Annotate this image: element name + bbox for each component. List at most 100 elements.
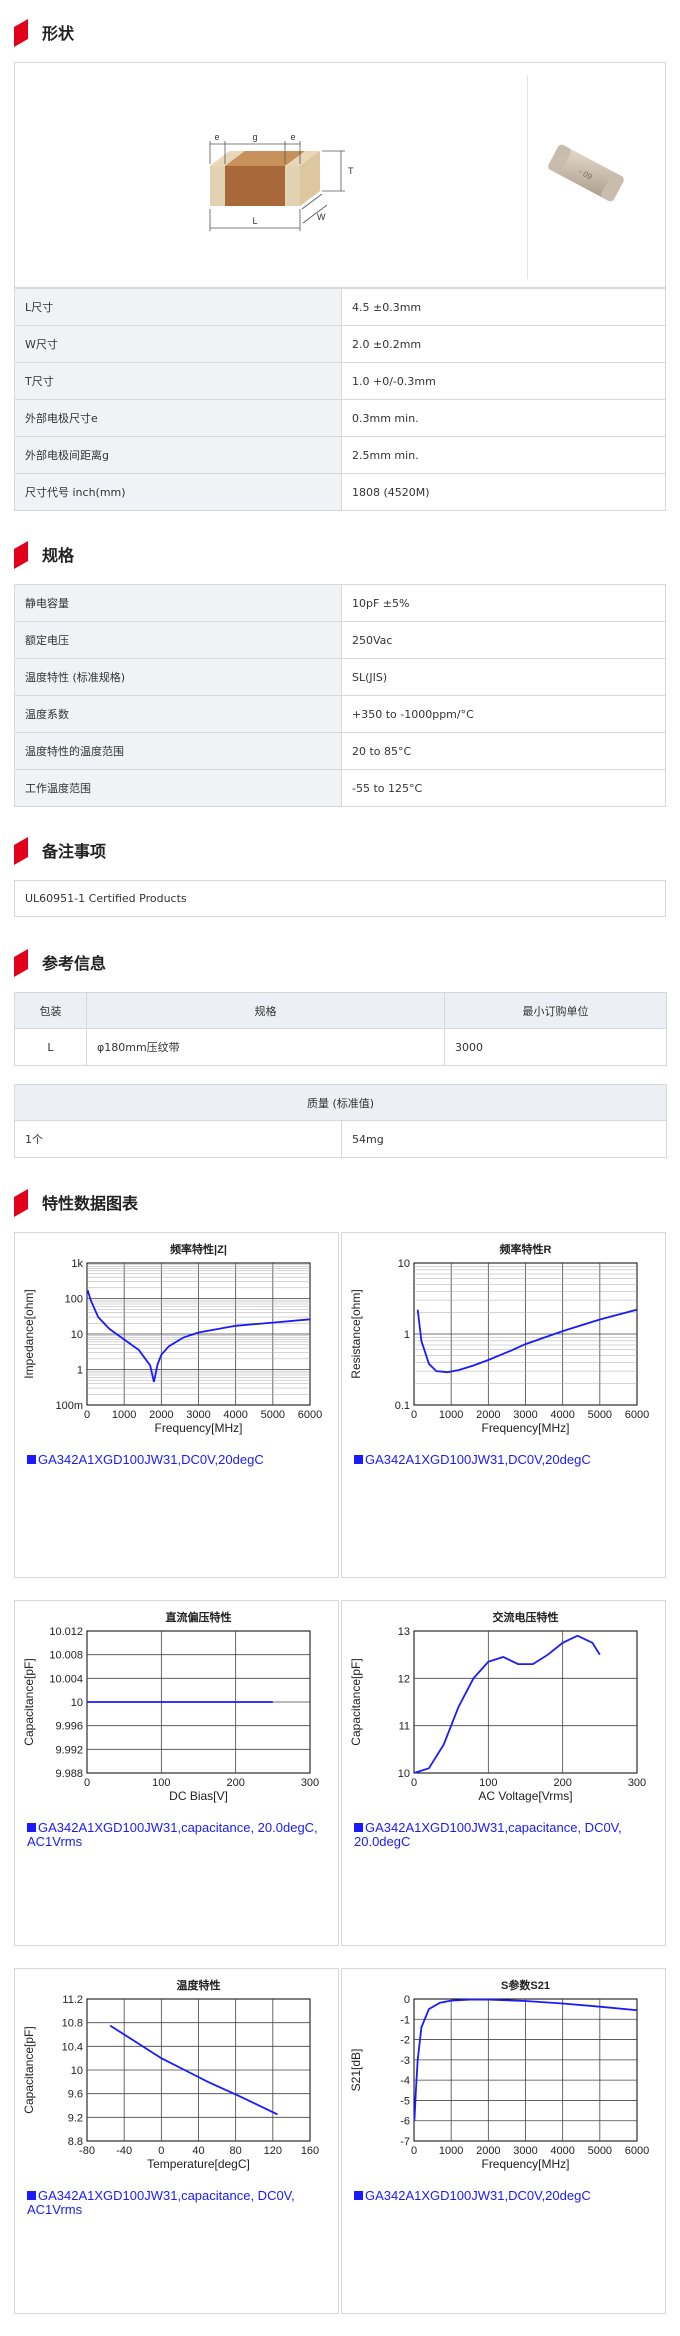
chart-title: 频率特性|Z| xyxy=(170,1242,227,1256)
chart-legend: GA342A1XGD100JW31,DC0V,20degC xyxy=(354,2189,654,2203)
section-title: 参考信息 xyxy=(42,954,107,973)
table-row: 温度特性的温度范围 20 to 85°C xyxy=(14,732,666,770)
legend-swatch xyxy=(354,2191,363,2200)
table-row: 温度特性 (标准规格) SL(JIS) xyxy=(14,658,666,696)
x-tick-label: 5000 xyxy=(588,1409,612,1421)
shape-value: 4.5 ±0.3mm xyxy=(341,288,666,326)
product-image-panel: e g e T L W ◦ 09 xyxy=(14,62,666,288)
y-tick-label: -6 xyxy=(400,2116,410,2128)
x-tick-label: 5000 xyxy=(261,1409,285,1421)
y-tick-label: 10 xyxy=(398,1768,410,1780)
section-header-spec: 规格 xyxy=(14,540,74,568)
x-tick-label: 3000 xyxy=(513,2145,537,2157)
x-tick-label: 100 xyxy=(152,1777,170,1789)
y-tick-label: 0 xyxy=(404,1994,410,2006)
mass-table: 质量 (标准值) 1个 54mg xyxy=(14,1084,667,1158)
legend-swatch xyxy=(27,1823,36,1832)
section-title: 特性数据图表 xyxy=(42,1194,139,1213)
shape-value: 0.3mm min. xyxy=(341,399,666,437)
chart-svg: S参数S21 0 1000 2000 3000 4000 5000 6000 0 -1 -2 -3 -4… xyxy=(349,1978,649,2171)
spec-key: 温度特性 (标准规格) xyxy=(14,658,342,696)
product-photo: ◦ 09 xyxy=(547,144,624,202)
x-tick-label: 5000 xyxy=(588,2145,612,2157)
spec-key: 工作温度范围 xyxy=(14,769,342,807)
x-tick-label: 1000 xyxy=(112,1409,136,1421)
y-tick-label: 10.4 xyxy=(62,2041,83,2053)
chart-svg: 温度特性-80 -40 0 40 80 120 16011.210.810.4109.69.… xyxy=(22,1978,319,2171)
chart-legend: GA342A1XGD100JW31,DC0V,20degC xyxy=(354,1453,654,1467)
x-tick-label: 0 xyxy=(411,1409,417,1421)
spec-value: 250Vac xyxy=(341,621,666,659)
chart-legend: GA342A1XGD100JW31,capacitance, DC0V, AC1… xyxy=(27,2189,327,2217)
shape-key: 外部电极间距离g xyxy=(14,436,342,474)
chart-title: 频率特性R xyxy=(500,1242,552,1256)
x-axis-label: AC Voltage[Vrms] xyxy=(478,1789,572,1803)
table-row: 工作温度范围 -55 to 125°C xyxy=(14,769,666,807)
legend-swatch xyxy=(27,2191,36,2200)
table-row: 静电容量 10pF ±5% xyxy=(14,584,666,622)
x-tick-label: 200 xyxy=(553,1777,571,1789)
chart-svg: 频率特性R 0 1000 2000 3000 4000 5000 6000 10 1 0.1 Freq… xyxy=(349,1242,649,1435)
x-tick-label: 6000 xyxy=(625,2145,649,2157)
chart-card: 直流偏压特性 0 100 200 300 10.012 10.008 10.004 10 9.99… xyxy=(14,1600,339,1946)
dimension-label-e: e xyxy=(214,132,219,142)
chart-card: 频率特性R 0 1000 2000 3000 4000 5000 6000 10 1 0.1 Freq… xyxy=(341,1232,666,1578)
shape-value: 2.0 ±0.2mm xyxy=(341,325,666,363)
legend-text: GA342A1XGD100JW31,DC0V,20degC xyxy=(365,2188,591,2203)
y-tick-label: 1k xyxy=(71,1258,83,1270)
y-axis-label: Capacitance[pF] xyxy=(22,1658,36,1745)
table-row: 外部电极间距离g 2.5mm min. xyxy=(14,436,666,474)
y-tick-label: 9.988 xyxy=(55,1768,83,1780)
section-marker xyxy=(14,541,28,567)
table-row: 尺寸代号 inch(mm) 1808 (4520M) xyxy=(14,473,666,511)
spec-value: 10pF ±5% xyxy=(341,584,666,622)
y-tick-label: 12 xyxy=(398,1673,410,1685)
section-marker xyxy=(14,19,28,45)
dimension-label-e2: e xyxy=(290,132,295,142)
spec-key: 额定电压 xyxy=(14,621,342,659)
spec-value: SL(JIS) xyxy=(341,658,666,696)
spec-value: 20 to 85°C xyxy=(341,732,666,770)
x-tick-label: 4000 xyxy=(223,1409,247,1421)
x-tick-label: 300 xyxy=(628,1777,646,1789)
legend-swatch xyxy=(354,1823,363,1832)
x-tick-label: -40 xyxy=(116,2145,132,2157)
x-tick-label: 6000 xyxy=(625,1409,649,1421)
mass-unit: 1个 xyxy=(14,1120,342,1158)
chart-card: 温度特性 -80 -40 0 40 80 120 160 11.2 10.8 10.4 10 9.6 9.… xyxy=(14,1968,339,2314)
packaging-table: 包装 规格 最小订购单位 L φ180mm压纹带 3000 xyxy=(14,992,667,1066)
y-tick-label: 10.8 xyxy=(62,2018,83,2030)
table-row: T尺寸 1.0 +0/-0.3mm xyxy=(14,362,666,400)
x-tick-label: 40 xyxy=(192,2145,204,2157)
x-tick-label: 80 xyxy=(230,2145,242,2157)
dimension-label-l: L xyxy=(252,216,257,226)
spec-key: 温度系数 xyxy=(14,695,342,733)
table-row: 1个 54mg xyxy=(14,1120,667,1158)
y-axis-label: Capacitance[pF] xyxy=(22,2026,36,2113)
section-title: 形状 xyxy=(42,24,75,43)
chart-svg: 频率特性|Z| 0 1000 2000 3000 4000 5000 6000 1k 100 10 1… xyxy=(22,1242,322,1435)
x-tick-label: 0 xyxy=(411,1777,417,1789)
y-tick-label: -1 xyxy=(400,2014,410,2026)
x-axis-label: Frequency[MHz] xyxy=(154,1421,242,1435)
table-row: L φ180mm压纹带 3000 xyxy=(14,1028,667,1066)
y-tick-label: -2 xyxy=(400,2035,410,2047)
y-tick-label: 11.2 xyxy=(62,1994,83,2006)
chart-title: S参数S21 xyxy=(501,1978,550,1992)
x-tick-label: 160 xyxy=(301,2145,319,2157)
y-axis-label: Resistance[ohm] xyxy=(349,1289,363,1378)
x-tick-label: 1000 xyxy=(439,1409,463,1421)
x-tick-label: 6000 xyxy=(298,1409,322,1421)
y-tick-label: 13 xyxy=(398,1626,410,1638)
spec-value: -55 to 125°C xyxy=(341,769,666,807)
section-marker xyxy=(14,949,28,975)
y-tick-label: -4 xyxy=(400,2075,410,2087)
x-tick-label: 3000 xyxy=(186,1409,210,1421)
legend-swatch xyxy=(354,1455,363,1464)
chart-legend: GA342A1XGD100JW31,DC0V,20degC xyxy=(27,1453,327,1467)
column-header: 规格 xyxy=(86,992,445,1029)
chart-card: 频率特性|Z| 0 1000 2000 3000 4000 5000 6000 1k 100 10 1… xyxy=(14,1232,339,1578)
x-tick-label: 0 xyxy=(84,1777,90,1789)
x-tick-label: 1000 xyxy=(439,2145,463,2157)
x-tick-label: 0 xyxy=(158,2145,164,2157)
